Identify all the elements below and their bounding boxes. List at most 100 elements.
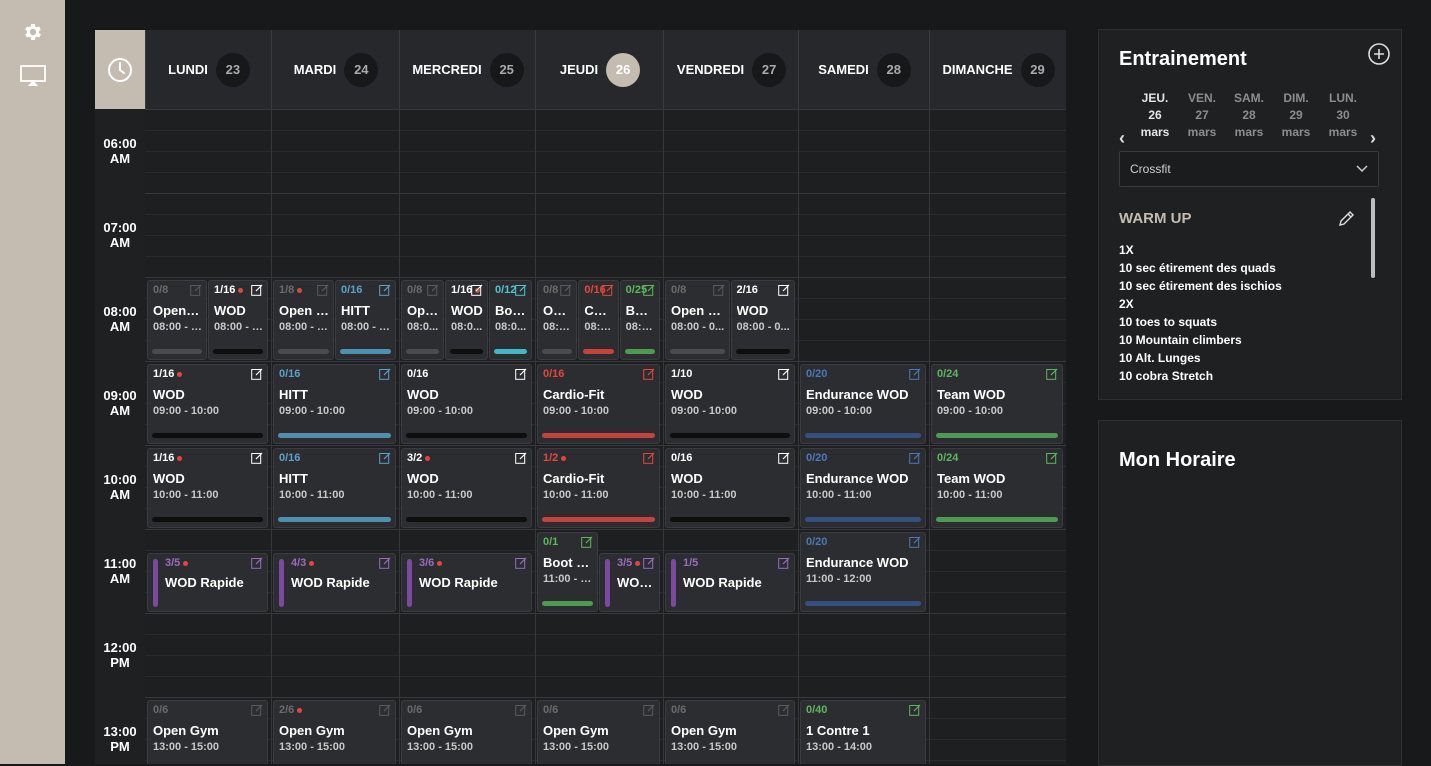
edit-icon[interactable] <box>251 704 263 716</box>
class-event[interactable]: 0/20 Endurance WOD 11:00 - 12:00 <box>800 532 926 612</box>
class-event[interactable]: 0/8 Ope... 08:0... <box>401 280 444 360</box>
edit-icon[interactable] <box>471 284 483 296</box>
edit-icon[interactable] <box>909 536 921 548</box>
edit-icon[interactable] <box>251 557 263 569</box>
edit-icon[interactable] <box>515 452 527 464</box>
edit-icon[interactable] <box>643 704 655 716</box>
edit-icon[interactable] <box>379 368 391 380</box>
edit-icon[interactable] <box>909 368 921 380</box>
class-event[interactable]: 0/8 Open G... 08:00 - 0... <box>665 280 730 360</box>
edit-icon[interactable] <box>643 368 655 380</box>
edit-icon[interactable] <box>515 368 527 380</box>
class-event[interactable]: 3/6 WOD Rapide <box>401 553 532 612</box>
class-event[interactable]: 0/6 Open Gym 13:00 - 15:00 <box>147 700 268 764</box>
day-header-1[interactable]: MARDI 24 <box>271 30 400 109</box>
edit-icon[interactable] <box>643 284 655 296</box>
class-event[interactable]: 0/20 Endurance WOD 09:00 - 10:00 <box>800 364 926 444</box>
class-event[interactable]: 0/16 Cardio-Fit 09:00 - 10:00 <box>537 364 660 444</box>
edit-icon[interactable] <box>712 284 725 296</box>
class-event[interactable]: 0/16 HITT 09:00 - 10:00 <box>273 364 396 444</box>
class-event[interactable]: 1/10 WOD 09:00 - 10:00 <box>665 364 795 444</box>
edit-icon[interactable] <box>778 557 790 569</box>
class-event[interactable]: 0/16 WOD 09:00 - 10:00 <box>401 364 532 444</box>
edit-icon[interactable] <box>427 284 439 296</box>
screen-cast-icon[interactable] <box>20 63 46 89</box>
edit-icon[interactable] <box>560 284 572 296</box>
class-event[interactable]: 1/16 WOD 08:00 - 0... <box>208 280 268 360</box>
edit-icon[interactable] <box>190 284 202 296</box>
class-event[interactable]: 0/6 Open Gym 13:00 - 15:00 <box>401 700 532 764</box>
event-capacity: 3/5 <box>165 557 189 569</box>
class-event[interactable]: 3/2 WOD 10:00 - 11:00 <box>401 448 532 528</box>
edit-icon[interactable] <box>379 557 391 569</box>
class-event[interactable]: 0/16 HITT 10:00 - 11:00 <box>273 448 396 528</box>
class-event[interactable]: 1/16 WOD 09:00 - 10:00 <box>147 364 268 444</box>
day-header-6[interactable]: DIMANCHE 29 <box>929 30 1066 109</box>
class-event[interactable]: 0/16 HITT 08:00 - 0... <box>335 280 396 360</box>
edit-icon[interactable] <box>778 368 790 380</box>
edit-icon[interactable] <box>778 284 790 296</box>
class-event[interactable]: 1/8 Open G... 08:00 - 0... <box>273 280 334 360</box>
class-event[interactable]: 1/16 WOD 10:00 - 11:00 <box>147 448 268 528</box>
edit-icon[interactable] <box>778 704 790 716</box>
edit-icon[interactable] <box>601 284 614 296</box>
day-header-0[interactable]: LUNDI 23 <box>145 30 272 109</box>
edit-icon[interactable] <box>379 452 391 464</box>
class-event[interactable]: 3/5 WOD ... <box>599 553 660 612</box>
class-event[interactable]: 4/3 WOD Rapide <box>273 553 396 612</box>
date-option-3[interactable]: DIM. 29 mars <box>1273 90 1319 141</box>
gear-icon[interactable] <box>20 19 46 45</box>
day-header-5[interactable]: SAMEDI 28 <box>798 30 930 109</box>
date-option-0[interactable]: JEU. 26 mars <box>1132 90 1178 141</box>
edit-icon[interactable] <box>909 704 921 716</box>
edit-icon[interactable] <box>251 452 263 464</box>
class-event[interactable]: 0/40 1 Contre 1 13:00 - 14:00 <box>800 700 926 764</box>
edit-icon[interactable] <box>643 452 655 464</box>
edit-icon[interactable] <box>251 284 263 296</box>
class-event[interactable]: 0/6 Open Gym 13:00 - 15:00 <box>537 700 660 764</box>
class-event[interactable]: 0/24 Team WOD 10:00 - 11:00 <box>931 448 1063 528</box>
class-event[interactable]: 0/6 Open Gym 13:00 - 15:00 <box>665 700 795 764</box>
class-event[interactable]: 2/6 Open Gym 13:00 - 15:00 <box>273 700 396 764</box>
class-event[interactable]: 0/16 Car... 08:0... <box>578 280 619 360</box>
date-option-2[interactable]: SAM. 28 mars <box>1226 90 1272 141</box>
class-event[interactable]: 1/2 Cardio-Fit 10:00 - 11:00 <box>537 448 660 528</box>
day-header-2[interactable]: MERCREDI 25 <box>399 30 536 109</box>
edit-icon[interactable] <box>515 557 527 569</box>
warmup-scrollbar[interactable] <box>1371 198 1375 278</box>
edit-icon[interactable] <box>515 704 527 716</box>
class-event[interactable]: 0/16 WOD 10:00 - 11:00 <box>665 448 795 528</box>
class-event[interactable]: 3/5 WOD Rapide <box>147 553 268 612</box>
edit-icon[interactable] <box>379 284 391 296</box>
class-event[interactable]: 0/20 Endurance WOD 10:00 - 11:00 <box>800 448 926 528</box>
edit-icon[interactable] <box>643 557 655 569</box>
next-date-arrow[interactable]: › <box>1370 128 1376 149</box>
edit-icon[interactable] <box>379 704 391 716</box>
class-event[interactable]: 0/8 Ope... 08:0... <box>537 280 578 360</box>
day-header-4[interactable]: VENDREDI 27 <box>663 30 799 109</box>
edit-icon[interactable] <box>317 284 329 296</box>
class-event[interactable]: 1/16 WOD 08:0... <box>445 280 488 360</box>
edit-icon[interactable] <box>778 452 790 464</box>
add-circle-icon[interactable] <box>1367 42 1391 66</box>
clock-icon[interactable] <box>95 30 145 109</box>
pencil-icon[interactable] <box>1337 210 1355 228</box>
date-option-1[interactable]: VEN. 27 mars <box>1179 90 1225 141</box>
class-event[interactable]: 0/8 Open G... 08:00 - 0... <box>147 280 207 360</box>
prev-date-arrow[interactable]: ‹ <box>1119 128 1125 149</box>
class-event[interactable]: 0/25Boo...08:0... <box>619 280 660 360</box>
edit-icon[interactable] <box>1046 368 1058 380</box>
edit-icon[interactable] <box>581 536 593 548</box>
edit-icon[interactable] <box>909 452 921 464</box>
day-header-3[interactable]: JEUDI 26 <box>535 30 664 109</box>
program-select[interactable]: Crossfit <box>1119 151 1379 187</box>
class-event[interactable]: 0/12 Boo... 08:0... <box>489 280 532 360</box>
class-event[interactable]: 0/24 Team WOD 09:00 - 10:00 <box>931 364 1063 444</box>
edit-icon[interactable] <box>251 368 263 380</box>
edit-icon[interactable] <box>1046 452 1058 464</box>
class-event[interactable]: 1/5 WOD Rapide <box>665 553 795 612</box>
class-event[interactable]: 2/16 WOD 08:00 - 0... <box>730 280 795 360</box>
class-event[interactable]: 0/1 Boot C... 11:00 - 1... <box>537 532 598 612</box>
date-option-4[interactable]: LUN. 30 mars <box>1320 90 1366 141</box>
edit-icon[interactable] <box>515 284 527 296</box>
